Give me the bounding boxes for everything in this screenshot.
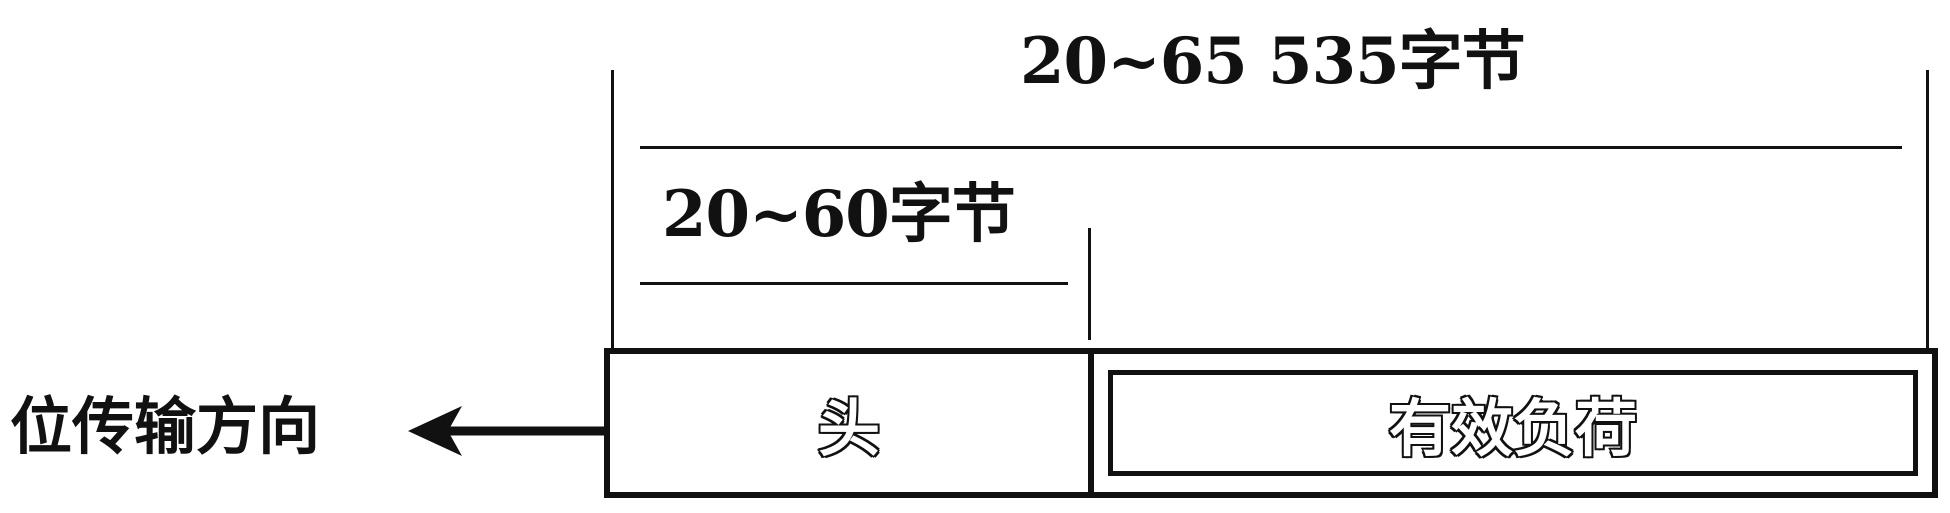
header-length-right-tick	[1088, 228, 1091, 340]
payload-box: 有效负荷	[1108, 370, 1918, 476]
transmission-direction-label: 位传输方向	[10, 390, 321, 463]
payload-label: 有效负荷	[1387, 391, 1638, 467]
total-length-label: 20~65 535字节	[1020, 24, 1526, 99]
header-label: 头	[816, 391, 881, 467]
total-length-line	[640, 146, 1902, 149]
total-length-right-tick	[1926, 70, 1929, 350]
header-length-label: 20~60字节	[662, 177, 1016, 252]
left-arrow-icon	[408, 406, 608, 456]
total-length-left-tick	[611, 70, 614, 350]
header-length-line	[640, 282, 1068, 285]
header-box: 头	[604, 348, 1094, 498]
payload-outer-box: 有效负荷	[1088, 348, 1938, 498]
